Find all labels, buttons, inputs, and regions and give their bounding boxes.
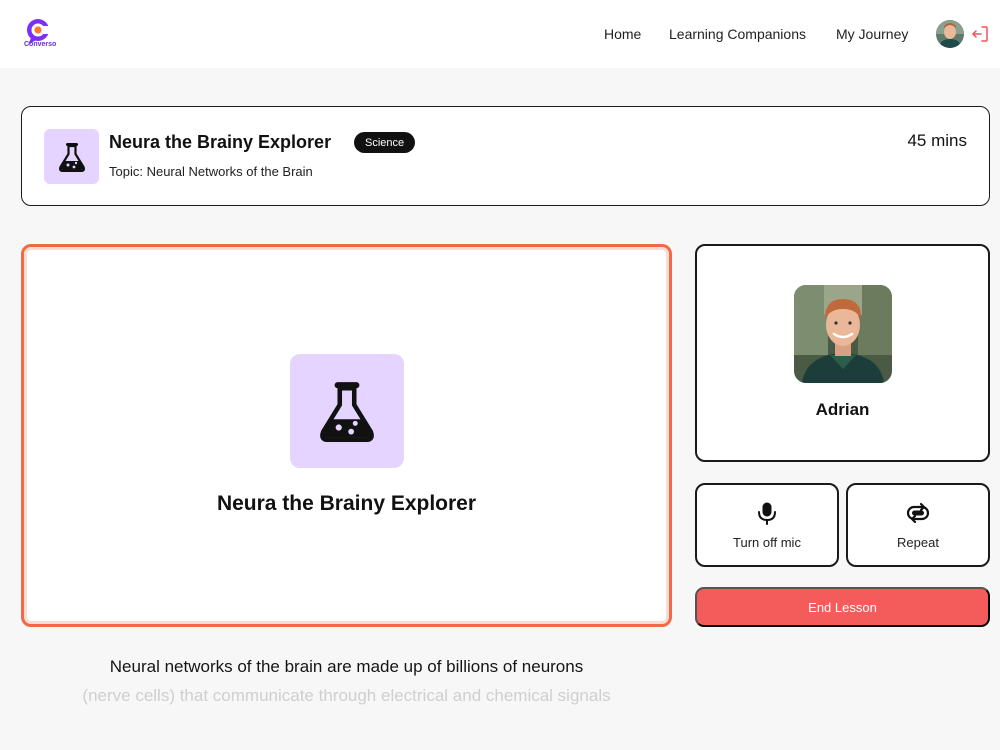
- user-card: Adrian: [695, 244, 990, 462]
- companion-avatar-box: [290, 354, 404, 468]
- toggle-mic-label: Turn off mic: [733, 535, 801, 550]
- user-photo-image: [794, 285, 892, 383]
- companion-header-card: Neura the Brainy Explorer Science Topic:…: [21, 106, 990, 206]
- nav-learning-companions-link[interactable]: Learning Companions: [669, 26, 806, 42]
- repeat-icon: [906, 502, 930, 524]
- top-navbar: Converso Home Learning Companions My Jou…: [0, 0, 1000, 68]
- logo-wordmark: Converso: [24, 41, 57, 48]
- toggle-mic-button[interactable]: Turn off mic: [695, 483, 839, 567]
- microphone-icon: [758, 502, 776, 525]
- subject-badge: Science: [354, 132, 416, 153]
- user-name: Adrian: [815, 400, 870, 419]
- logout-icon[interactable]: [971, 25, 989, 43]
- repeat-button[interactable]: Repeat: [846, 483, 990, 567]
- lesson-duration: 45 mins: [907, 131, 967, 150]
- avatar-image: [936, 20, 964, 48]
- nav-my-journey-link[interactable]: My Journey: [836, 26, 908, 42]
- stage-companion-name: Neura the Brainy Explorer: [216, 492, 477, 515]
- transcript: Neural networks of the brain are made up…: [21, 652, 672, 710]
- user-photo: [794, 285, 892, 383]
- companion-stage: Neura the Brainy Explorer: [21, 244, 672, 627]
- user-avatar[interactable]: [936, 20, 964, 48]
- companion-name: Neura the Brainy Explorer: [109, 132, 332, 152]
- lesson-topic: Topic: Neural Networks of the Brain: [109, 164, 313, 179]
- repeat-label: Repeat: [897, 535, 939, 550]
- end-lesson-button[interactable]: End Lesson: [695, 587, 990, 627]
- subject-icon-box: [44, 129, 99, 184]
- transcript-current-line: Neural networks of the brain are made up…: [109, 657, 584, 676]
- transcript-next-line: (nerve cells) that communicate through e…: [82, 686, 611, 705]
- nav-home-link[interactable]: Home: [604, 26, 641, 42]
- flask-icon: [58, 142, 85, 172]
- flask-icon: [320, 382, 374, 442]
